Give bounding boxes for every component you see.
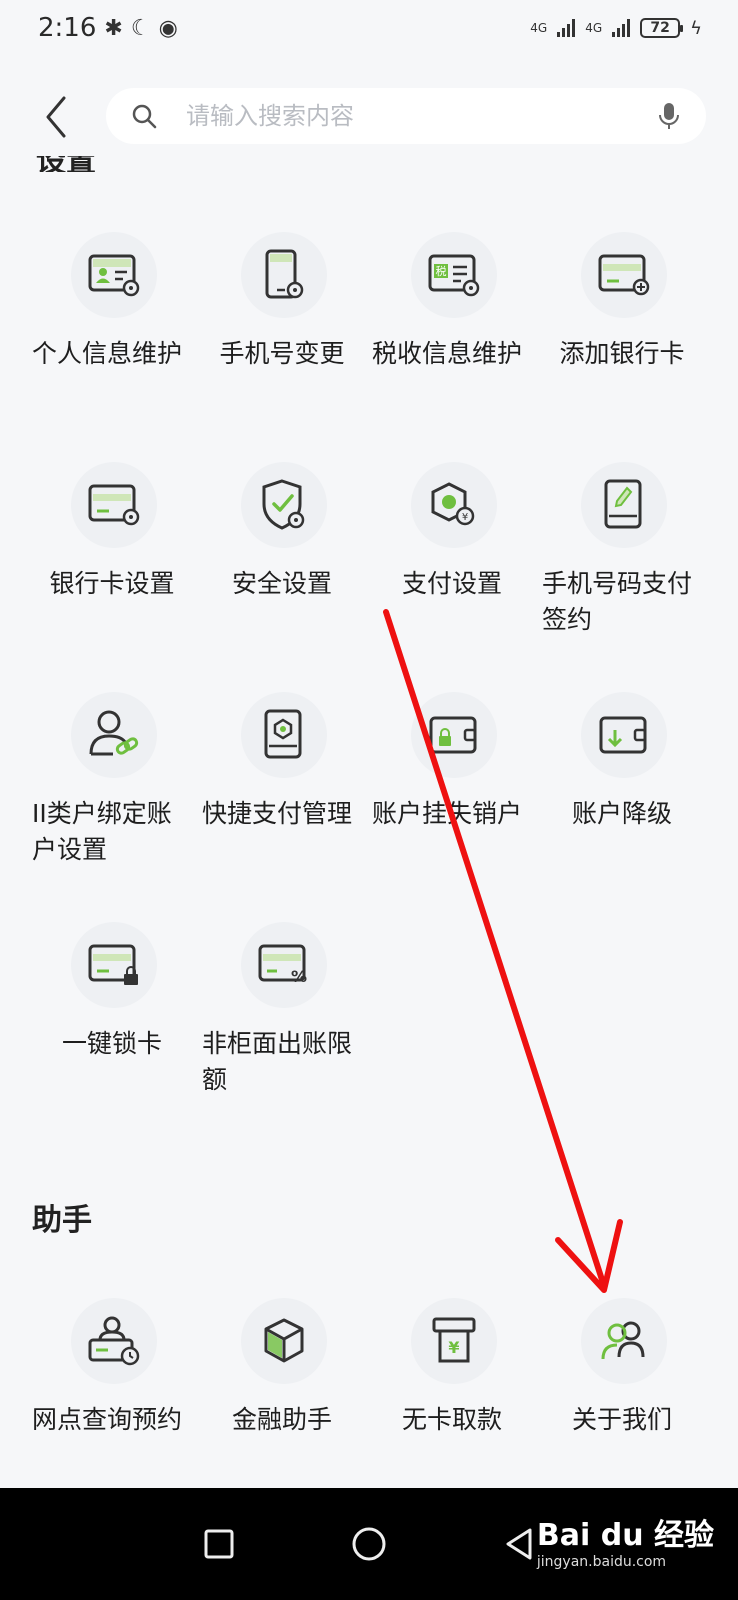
- menu-item-phone-change[interactable]: 手机号变更: [194, 232, 364, 462]
- menu-item-add-bank-card[interactable]: 添加银行卡: [534, 232, 704, 462]
- cube-icon: [264, 1318, 304, 1363]
- status-bar: 2:16 ✱ ☾ ◉ 4G 4G 72 ϟ: [0, 0, 738, 56]
- network-type-1: 4G: [530, 21, 548, 35]
- status-time: 2:16: [38, 13, 97, 43]
- menu-item-lock-card[interactable]: 一键锁卡: [24, 922, 194, 1152]
- menu-item-label: 网点查询预约: [32, 1405, 183, 1434]
- shield-icon: [262, 479, 305, 530]
- card-settings-icon: [88, 484, 140, 526]
- signal-icon: [557, 19, 576, 37]
- triangle-back-icon: [506, 1528, 532, 1560]
- svg-text:%: %: [291, 967, 307, 986]
- user-link-icon: [89, 710, 139, 756]
- menu-item-tax-info[interactable]: 税 税收信息维护: [364, 232, 534, 462]
- menu-item-label: 手机号码支付签约: [542, 569, 693, 634]
- svg-text:¥: ¥: [448, 1338, 459, 1357]
- hotspot-icon: ◉: [158, 15, 178, 41]
- id-card-icon: [88, 254, 140, 297]
- settings-grid: 个人信息维护 手机号变更 税 税收信息维护 添加银行卡 银行卡设置 安全设置 ¥…: [24, 232, 714, 1152]
- menu-item-personal-info[interactable]: 个人信息维护: [24, 232, 194, 462]
- back-button[interactable]: [38, 94, 78, 140]
- menu-item-class2-binding[interactable]: II类户绑定账户设置: [24, 692, 194, 922]
- menu-item-label: 个人信息维护: [32, 339, 183, 368]
- menu-item-label: 关于我们: [571, 1405, 672, 1434]
- menu-item-account-downgrade[interactable]: 账户降级: [534, 692, 704, 922]
- add-card-icon: [598, 254, 650, 296]
- wallet-lock-icon: [429, 716, 477, 754]
- menu-item-label: II类户绑定账户设置: [32, 799, 172, 864]
- card-percent-icon: %: [258, 944, 307, 986]
- menu-item-payment-settings[interactable]: ¥ 支付设置: [364, 462, 534, 692]
- menu-item-label: 手机号变更: [219, 339, 345, 368]
- home-button[interactable]: [349, 1524, 389, 1564]
- square-icon: [204, 1529, 234, 1559]
- tax-card-icon: 税: [428, 254, 480, 297]
- settings-section-title: 设置: [36, 156, 106, 172]
- moon-icon: ☾: [130, 15, 151, 41]
- menu-item-label: 支付设置: [401, 569, 502, 598]
- signal-icon-2: [612, 19, 631, 37]
- tablet-gear-icon: [264, 709, 302, 759]
- branch-appointment-icon: [88, 1316, 140, 1366]
- bluetooth-icon: ✱: [104, 15, 123, 41]
- svg-text:税: 税: [436, 264, 447, 278]
- card-lock-icon: [88, 944, 138, 985]
- users-icon: [601, 1321, 645, 1360]
- recent-apps-button[interactable]: [199, 1524, 239, 1564]
- battery-icon: 72: [640, 18, 684, 38]
- menu-item-label: 税收信息维护: [372, 339, 523, 368]
- network-type-2: 4G: [585, 21, 603, 35]
- menu-item-label: 银行卡设置: [49, 569, 175, 598]
- tablet-pen-icon: [604, 479, 642, 529]
- wallet-down-icon: [599, 716, 647, 754]
- microphone-icon[interactable]: [656, 101, 682, 131]
- header: [0, 80, 738, 156]
- menu-item-security-settings[interactable]: 安全设置: [194, 462, 364, 692]
- baidu-watermark: Bai du 经验 jingyan.baidu.com: [536, 1518, 714, 1570]
- menu-item-label: 账户挂失销户: [372, 799, 523, 828]
- menu-item-label: 快捷支付管理: [202, 799, 353, 828]
- menu-item-label: 添加银行卡: [559, 339, 685, 368]
- menu-item-label: 安全设置: [231, 569, 332, 598]
- search-bar[interactable]: [106, 88, 706, 144]
- menu-item-label: 账户降级: [571, 799, 672, 828]
- menu-item-non-counter-limit[interactable]: % 非柜面出账限额: [194, 922, 364, 1152]
- back-arrow-icon: [46, 96, 66, 138]
- search-icon: [132, 104, 157, 129]
- menu-item-label: 无卡取款: [401, 1405, 502, 1434]
- menu-item-report-loss[interactable]: 账户挂失销户: [364, 692, 534, 922]
- circle-icon: [352, 1527, 386, 1561]
- back-nav-button[interactable]: [499, 1524, 539, 1564]
- menu-item-label: 金融助手: [231, 1405, 332, 1434]
- charging-icon: ϟ: [690, 17, 702, 39]
- menu-item-quick-pay[interactable]: 快捷支付管理: [194, 692, 364, 922]
- search-input[interactable]: [186, 102, 656, 130]
- menu-item-phone-pay-sign[interactable]: 手机号码支付签约: [534, 462, 704, 692]
- atm-cash-icon: ¥: [432, 1317, 476, 1363]
- menu-item-label: 一键锁卡: [61, 1029, 162, 1058]
- payment-settings-icon: ¥: [431, 482, 475, 526]
- menu-item-bank-card-settings[interactable]: 银行卡设置: [24, 462, 194, 692]
- assistant-section-title: 助手: [32, 1203, 92, 1238]
- svg-text:¥: ¥: [462, 512, 468, 523]
- phone-settings-icon: [265, 249, 304, 299]
- menu-item-label: 非柜面出账限额: [202, 1029, 353, 1094]
